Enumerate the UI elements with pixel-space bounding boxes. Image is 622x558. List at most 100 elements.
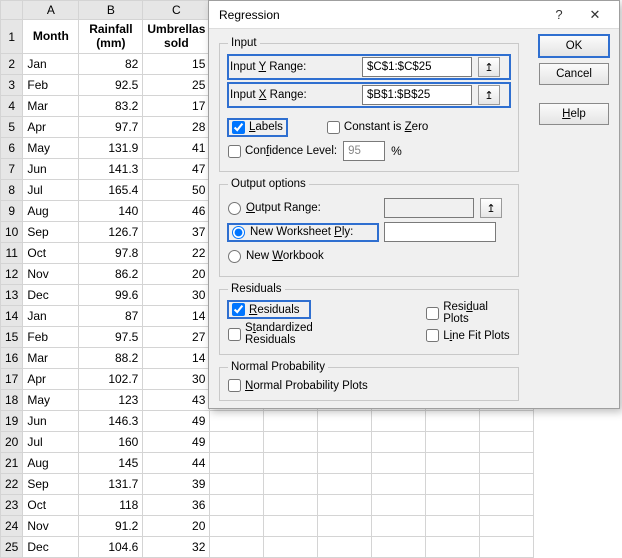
cell-A10[interactable]: Sep [23,222,79,243]
cell-B11[interactable]: 97.8 [79,243,143,264]
close-icon[interactable]: ✕ [577,3,613,27]
new-worksheet-radio[interactable]: New Worksheet Ply: [228,224,378,241]
cell-B17[interactable]: 102.7 [79,369,143,390]
cell-I23[interactable] [480,495,534,516]
cell-B21[interactable]: 145 [79,453,143,474]
cell-C11[interactable]: 22 [143,243,210,264]
cell-B9[interactable]: 140 [79,201,143,222]
cell-F19[interactable] [318,411,372,432]
cell-D20[interactable] [210,432,264,453]
range-picker-icon[interactable]: ↥ [478,85,500,105]
cell-C2[interactable]: 15 [143,54,210,75]
cell-B8[interactable]: 165.4 [79,180,143,201]
cell-C17[interactable]: 30 [143,369,210,390]
cell-I24[interactable] [480,516,534,537]
cell-C5[interactable]: 28 [143,117,210,138]
cell-A19[interactable]: Jun [23,411,79,432]
cell-E21[interactable] [264,453,318,474]
cell-D23[interactable] [210,495,264,516]
cell-B18[interactable]: 123 [79,390,143,411]
residual-plots-checkbox[interactable]: Residual Plots [426,301,510,325]
cell-C18[interactable]: 43 [143,390,210,411]
cell-E24[interactable] [264,516,318,537]
cell-C6[interactable]: 41 [143,138,210,159]
cell-F24[interactable] [318,516,372,537]
cell-A7[interactable]: Jun [23,159,79,180]
input-x-range[interactable] [362,85,472,105]
cell-B16[interactable]: 88.2 [79,348,143,369]
new-worksheet-input[interactable] [384,222,496,242]
cell-A22[interactable]: Sep [23,474,79,495]
cell-B3[interactable]: 92.5 [79,75,143,96]
line-fit-plots-checkbox[interactable]: Line Fit Plots [426,329,510,342]
cell-E19[interactable] [264,411,318,432]
cell-E20[interactable] [264,432,318,453]
cell-C23[interactable]: 36 [143,495,210,516]
constant-zero-checkbox[interactable]: Constant is Zero [327,121,428,134]
cell-F21[interactable] [318,453,372,474]
cell-A20[interactable]: Jul [23,432,79,453]
cell-B4[interactable]: 83.2 [79,96,143,117]
cell-C12[interactable]: 20 [143,264,210,285]
cell-A23[interactable]: Oct [23,495,79,516]
cell-G22[interactable] [372,474,426,495]
cell-B22[interactable]: 131.7 [79,474,143,495]
cell-A2[interactable]: Jan [23,54,79,75]
cell-A1[interactable]: Month [23,20,79,54]
help-button[interactable]: Help [539,103,609,125]
cell-G19[interactable] [372,411,426,432]
cell-C4[interactable]: 17 [143,96,210,117]
cell-I19[interactable] [480,411,534,432]
cell-A17[interactable]: Apr [23,369,79,390]
cell-C15[interactable]: 27 [143,327,210,348]
cell-H23[interactable] [426,495,480,516]
cell-G24[interactable] [372,516,426,537]
cell-I20[interactable] [480,432,534,453]
cell-H22[interactable] [426,474,480,495]
cell-A18[interactable]: May [23,390,79,411]
cell-C16[interactable]: 14 [143,348,210,369]
cell-C24[interactable]: 20 [143,516,210,537]
residuals-checkbox[interactable]: Residuals [228,301,310,318]
cell-A13[interactable]: Dec [23,285,79,306]
cell-B6[interactable]: 131.9 [79,138,143,159]
cell-A16[interactable]: Mar [23,348,79,369]
cell-D21[interactable] [210,453,264,474]
normal-prob-checkbox[interactable]: Normal Probability Plots [228,379,510,392]
cell-A11[interactable]: Oct [23,243,79,264]
cell-C20[interactable]: 49 [143,432,210,453]
cell-A5[interactable]: Apr [23,117,79,138]
cell-B12[interactable]: 86.2 [79,264,143,285]
cell-C3[interactable]: 25 [143,75,210,96]
labels-checkbox[interactable]: Labels [228,119,287,136]
std-residuals-checkbox[interactable]: Standardized Residuals [228,322,356,346]
cell-C7[interactable]: 47 [143,159,210,180]
cell-E22[interactable] [264,474,318,495]
cell-H24[interactable] [426,516,480,537]
range-picker-icon[interactable]: ↥ [478,57,500,77]
cancel-button[interactable]: Cancel [539,63,609,85]
cell-D24[interactable] [210,516,264,537]
help-icon[interactable]: ? [541,3,577,27]
cell-G20[interactable] [372,432,426,453]
cell-B15[interactable]: 97.5 [79,327,143,348]
cell-H21[interactable] [426,453,480,474]
cell-G21[interactable] [372,453,426,474]
cell-D22[interactable] [210,474,264,495]
cell-A8[interactable]: Jul [23,180,79,201]
cell-C8[interactable]: 50 [143,180,210,201]
confidence-checkbox[interactable]: Confidence Level: [228,145,337,158]
cell-G23[interactable] [372,495,426,516]
cell-I21[interactable] [480,453,534,474]
cell-H20[interactable] [426,432,480,453]
cell-A15[interactable]: Feb [23,327,79,348]
cell-B2[interactable]: 82 [79,54,143,75]
cell-F22[interactable] [318,474,372,495]
cell-C10[interactable]: 37 [143,222,210,243]
cell-B24[interactable]: 91.2 [79,516,143,537]
cell-B1[interactable]: Rainfall(mm) [79,20,143,54]
cell-C14[interactable]: 14 [143,306,210,327]
cell-F20[interactable] [318,432,372,453]
cell-A4[interactable]: Mar [23,96,79,117]
cell-C13[interactable]: 30 [143,285,210,306]
